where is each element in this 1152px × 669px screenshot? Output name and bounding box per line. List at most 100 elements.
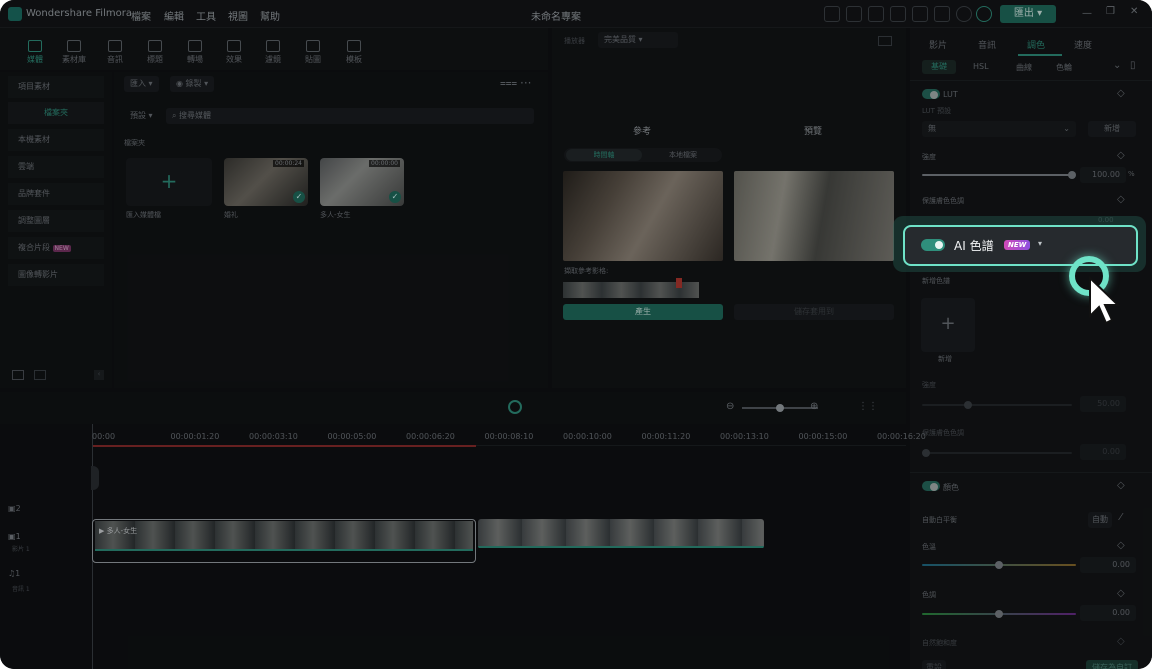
temperature-slider[interactable] [922, 561, 1076, 569]
ai-palette-dropdown-icon[interactable]: ▾ [1038, 239, 1042, 248]
subtab-curves[interactable]: 曲線 [1016, 62, 1032, 73]
save-icon[interactable] [890, 6, 906, 22]
subtab-color-wheels[interactable]: 色輪 [1056, 62, 1072, 73]
menu-tools[interactable]: 工具 [196, 8, 216, 23]
strength2-slider[interactable] [922, 401, 1072, 409]
slider-knob[interactable] [922, 449, 930, 457]
subtab-hsl[interactable]: HSL [973, 62, 989, 71]
quality-dropdown[interactable]: 完美品質 ▾ [598, 32, 678, 48]
menu-edit[interactable]: 編輯 [164, 8, 184, 23]
tab-local-file[interactable]: 本地檔案 [646, 149, 720, 161]
tint-slider[interactable] [922, 610, 1076, 618]
grid-icon[interactable]: ⋮⋮ [858, 401, 878, 412]
import-dropdown[interactable]: 匯入 ▾ [124, 76, 159, 92]
record-dropdown[interactable]: ◉ 錄製 ▾ [170, 76, 215, 92]
menu-view[interactable]: 視圖 [228, 8, 248, 23]
lut-new-button[interactable]: 新增 [1088, 121, 1136, 137]
toolbar-effects[interactable]: 效果 [216, 40, 252, 65]
vibrance-keyframe-icon[interactable]: ◇ [1117, 636, 1125, 647]
media-thumb-women[interactable]: 00:00:00 ✓ [320, 158, 404, 206]
strength2-value[interactable]: 50.00 [1080, 396, 1126, 412]
keyframe-icon[interactable]: ◇ [1117, 88, 1125, 99]
tab-video[interactable]: 影片 [929, 38, 947, 51]
eyedropper-icon[interactable]: ⁄ [1120, 512, 1122, 523]
toolbar-title[interactable]: 標題 [137, 40, 173, 65]
selected-clip[interactable]: ▶ 多人-女生 [92, 519, 476, 563]
sidebar-item-brand-kit[interactable]: 品牌套件 [8, 183, 104, 205]
protect-skin2-slider[interactable] [922, 449, 1072, 457]
tint-value[interactable]: 0.00 [1080, 605, 1136, 621]
sidebar-item-cloud[interactable]: 雲端 [8, 156, 104, 178]
ai-palette-row[interactable]: AI 色譜 NEW ▾ [903, 225, 1138, 266]
menu-file[interactable]: 檔案 [131, 8, 151, 23]
sidebar-item-compound-clip[interactable]: 複合片段 NEW [8, 237, 104, 259]
close-icon[interactable]: ✕ [1130, 6, 1138, 17]
sidebar-item-project-media[interactable]: 項目素材 [8, 76, 104, 98]
strength-value[interactable]: 100.00 [1080, 167, 1126, 183]
import-media-tile[interactable]: + [126, 158, 212, 206]
sidebar-item-local[interactable]: 本機素材 [8, 129, 104, 151]
export-button[interactable]: 匯出 ▾ [1000, 5, 1056, 23]
tint-keyframe-icon[interactable]: ◇ [1117, 588, 1125, 599]
ai-color-icon[interactable] [508, 400, 522, 414]
temperature-value[interactable]: 0.00 [1080, 557, 1136, 573]
toolbar-transition[interactable]: 轉場 [177, 40, 213, 65]
toolbar-stock[interactable]: 素材庫 [56, 40, 92, 65]
tab-speed[interactable]: 速度 [1074, 38, 1092, 51]
sidebar-item-image-to-video[interactable]: 圖像轉影片 [8, 264, 104, 286]
headset-icon[interactable] [934, 6, 950, 22]
slider-knob[interactable] [1068, 171, 1076, 179]
menu-help[interactable]: 幫助 [260, 8, 280, 23]
tab-timeline[interactable]: 時間軸 [566, 149, 642, 161]
auto-wb-button[interactable]: 自動 [1088, 512, 1112, 528]
media-thumb-wedding[interactable]: 00:00:24 ✓ [224, 158, 308, 206]
account-icon[interactable] [956, 6, 972, 22]
filter-icon[interactable]: ⩶ [500, 78, 517, 89]
search-input[interactable]: ⌕ 搜尋媒體 [166, 108, 534, 124]
tab-audio[interactable]: 音訊 [978, 38, 996, 51]
minimize-icon[interactable]: — [1082, 8, 1092, 19]
temperature-keyframe-icon[interactable]: ◇ [1117, 540, 1125, 551]
slider-knob[interactable] [964, 401, 972, 409]
upload-icon[interactable] [912, 6, 928, 22]
compare-icon[interactable]: ▯ [1130, 60, 1136, 71]
generate-button[interactable]: 產生 [563, 304, 723, 320]
protect-skin-keyframe-icon[interactable]: ◇ [1117, 194, 1125, 205]
screen-icon[interactable] [868, 6, 884, 22]
add-palette-tile[interactable]: + [921, 298, 975, 352]
subtab-basic[interactable]: 基礎 [922, 60, 956, 74]
video-clip-2[interactable] [478, 519, 764, 549]
slider-knob[interactable] [995, 561, 1003, 569]
zoom-out-icon[interactable]: ⊖ [726, 401, 734, 412]
new-folder-icon[interactable] [12, 370, 24, 380]
preset-dropdown[interactable]: 預設 ▾ [124, 108, 159, 124]
playhead-marker[interactable] [676, 278, 682, 288]
tab-color[interactable]: 調色 [1027, 38, 1045, 51]
strength-keyframe-icon[interactable]: ◇ [1117, 150, 1125, 161]
send-icon[interactable] [824, 6, 840, 22]
save-preset-button[interactable]: 儲存為自訂 [1086, 660, 1138, 669]
toolbar-template[interactable]: 模板 [336, 40, 372, 65]
lut-preset-select[interactable]: 無 ⌄ [922, 121, 1076, 137]
subtab-more-icon[interactable]: ⌄ [1113, 60, 1121, 71]
protect-skin2-value[interactable]: 0.00 [1080, 444, 1126, 460]
sidebar-item-adjust-layer[interactable]: 調整圖層 [8, 210, 104, 232]
toolbar-sticker[interactable]: 貼圖 [295, 40, 331, 65]
playhead-handle[interactable] [91, 466, 99, 490]
color-keyframe-icon[interactable]: ◇ [1117, 480, 1125, 491]
color-toggle[interactable] [922, 481, 940, 491]
snapshot-icon[interactable] [878, 36, 892, 46]
toolbar-filter[interactable]: 濾鏡 [255, 40, 291, 65]
collapse-icon[interactable]: ‹ [94, 370, 104, 380]
restore-icon[interactable]: ❐ [1106, 6, 1115, 17]
zoom-slider[interactable] [742, 404, 818, 412]
lut-toggle[interactable] [922, 89, 940, 99]
folder-icon[interactable] [34, 370, 46, 380]
more-icon[interactable]: ··· [520, 76, 531, 90]
slider-knob[interactable] [995, 610, 1003, 618]
reset-button[interactable]: 重設 [922, 660, 946, 669]
ai-palette-toggle[interactable] [921, 239, 945, 251]
sidebar-item-folder[interactable]: 檔案夾 [8, 102, 104, 124]
zoom-knob[interactable] [776, 404, 784, 412]
zoom-in-icon[interactable]: ⊕ [810, 401, 818, 412]
